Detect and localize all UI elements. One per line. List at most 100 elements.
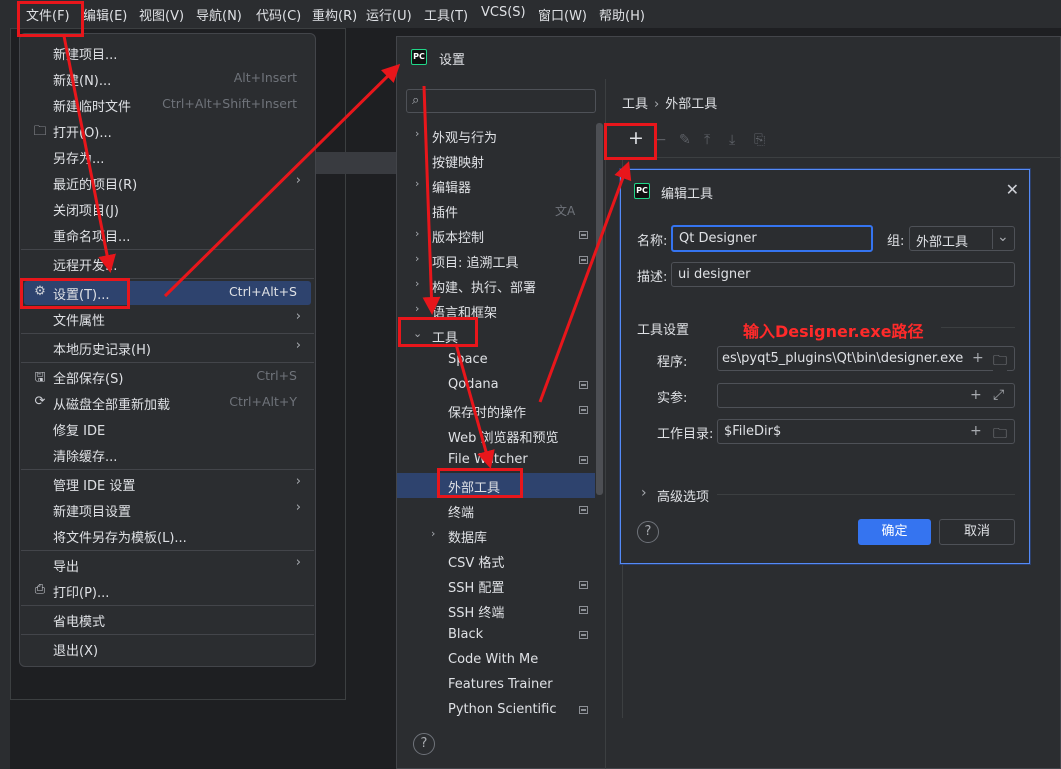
menu-file[interactable]: 文件(F) xyxy=(26,5,70,24)
tree-scrollbar[interactable] xyxy=(596,123,603,495)
settings-tree: › 外观与行为 按键映射 › 编辑器 插件 文A › 版本控制 › 项目: 追溯工具 › 构… xyxy=(397,123,605,719)
advanced-options-label[interactable]: 高级选项 xyxy=(657,486,709,505)
tree-item-file-watcher[interactable]: File Watcher xyxy=(397,448,605,473)
tree-item-space[interactable]: Space xyxy=(397,348,605,373)
breadcrumb: 工具 › 外部工具 xyxy=(622,93,717,112)
folder-icon: 🗀 xyxy=(33,124,47,139)
cancel-button[interactable]: 取消 xyxy=(939,519,1015,545)
menu-item-remote-dev[interactable]: 远程开发... xyxy=(20,252,315,276)
project-level-icon xyxy=(579,456,588,464)
tree-item-tools[interactable]: ⌄ 工具 xyxy=(397,323,605,348)
move-up-icon[interactable]: ⤒ xyxy=(704,132,710,148)
arguments-field[interactable]: + ⤢ xyxy=(717,383,1015,408)
plus-icon[interactable]: + xyxy=(970,423,982,439)
folder-icon[interactable]: 🗀 xyxy=(993,350,1007,374)
menu-item-new-project[interactable]: 新建项目... xyxy=(20,41,315,65)
move-down-icon[interactable]: ⤓ xyxy=(729,132,735,148)
menu-item-save-as-template[interactable]: 将文件另存为模板(L)... xyxy=(20,524,315,548)
plus-icon[interactable]: + xyxy=(970,350,984,366)
tree-item-ssh-config[interactable]: SSH 配置 xyxy=(397,573,605,598)
group-label: 组: xyxy=(887,234,905,249)
splitter[interactable] xyxy=(605,79,606,769)
folder-icon[interactable]: 🗀 xyxy=(993,423,1007,447)
program-field[interactable]: es\pyqt5_plugins\Qt\bin\designer.exe + 🗀 xyxy=(717,346,1015,374)
menu-edit[interactable]: 编辑(E) xyxy=(83,5,127,24)
menu-bar: 文件(F) 编辑(E) 视图(V) 导航(N) 代码(C) 重构(R) 运行(U… xyxy=(0,0,1061,28)
tree-item-editor[interactable]: › 编辑器 xyxy=(397,173,605,198)
tree-item-plugins[interactable]: 插件 文A xyxy=(397,198,605,223)
menu-item-local-history[interactable]: 本地历史记录(H) › xyxy=(20,336,315,360)
tree-item-project[interactable]: › 项目: 追溯工具 xyxy=(397,248,605,273)
menu-view[interactable]: 视图(V) xyxy=(139,5,184,24)
menu-refactor[interactable]: 重构(R) xyxy=(312,5,357,24)
description-field[interactable]: ui designer xyxy=(671,262,1015,287)
menu-run[interactable]: 运行(U) xyxy=(366,5,412,24)
breadcrumb-tools[interactable]: 工具 xyxy=(622,97,648,112)
chevron-right-icon[interactable]: › xyxy=(641,485,647,501)
breadcrumb-chevron-icon: › xyxy=(654,97,660,112)
menu-separator xyxy=(21,278,314,279)
ok-button[interactable]: 确定 xyxy=(858,519,931,545)
menu-item-save-as[interactable]: 另存为... xyxy=(20,145,315,169)
menu-item-power-save[interactable]: 省电模式 xyxy=(20,608,315,632)
tree-item-features-trainer[interactable]: Features Trainer xyxy=(397,673,605,698)
edit-icon[interactable]: ✎ xyxy=(679,132,691,148)
name-label: 名称: xyxy=(637,234,668,249)
menu-code[interactable]: 代码(C) xyxy=(256,5,301,24)
menu-item-repair-ide[interactable]: 修复 IDE xyxy=(20,417,315,441)
menu-item-exit[interactable]: 退出(X) xyxy=(20,637,315,661)
tree-item-keymap[interactable]: 按键映射 xyxy=(397,148,605,173)
tree-item-python-scientific[interactable]: Python Scientific xyxy=(397,698,605,723)
menu-separator xyxy=(21,634,314,635)
menu-item-new-scratch[interactable]: 新建临时文件 Ctrl+Alt+Shift+Insert xyxy=(20,93,315,117)
remove-icon[interactable]: − xyxy=(655,132,667,148)
name-field[interactable]: Qt Designer xyxy=(671,225,873,252)
add-icon[interactable]: + xyxy=(628,127,644,149)
tree-item-terminal[interactable]: 终端 xyxy=(397,498,605,523)
expand-icon[interactable]: ⤢ xyxy=(993,387,1004,403)
close-icon[interactable]: ✕ xyxy=(1006,180,1019,199)
menu-item-save-all[interactable]: 🖫 全部保存(S) Ctrl+S xyxy=(20,365,315,389)
menu-tools[interactable]: 工具(T) xyxy=(424,5,468,24)
tree-item-ssh-terminal[interactable]: SSH 终端 xyxy=(397,598,605,623)
tree-item-actions-on-save[interactable]: 保存时的操作 xyxy=(397,398,605,423)
menu-item-settings[interactable]: ⚙ 设置(T)... Ctrl+Alt+S xyxy=(24,281,311,305)
menu-item-invalidate-caches[interactable]: 清除缓存... xyxy=(20,443,315,467)
menu-item-manage-ide-settings[interactable]: 管理 IDE 设置 › xyxy=(20,472,315,496)
chevron-down-icon: ⌄ xyxy=(992,229,1009,249)
tree-item-build[interactable]: › 构建、执行、部署 xyxy=(397,273,605,298)
tree-item-black[interactable]: Black xyxy=(397,623,605,648)
tree-item-database[interactable]: › 数据库 xyxy=(397,523,605,548)
menu-item-recent-projects[interactable]: 最近的项目(R) › xyxy=(20,171,315,195)
tree-item-qodana[interactable]: Qodana xyxy=(397,373,605,398)
tree-item-code-with-me[interactable]: Code With Me xyxy=(397,648,605,673)
menu-item-reload-all[interactable]: ⟳ 从磁盘全部重新加载 Ctrl+Alt+Y xyxy=(20,391,315,415)
menu-navigate[interactable]: 导航(N) xyxy=(196,5,242,24)
settings-search-input[interactable]: ⌕ xyxy=(406,89,596,113)
menu-item-export[interactable]: 导出 › xyxy=(20,553,315,577)
working-dir-field[interactable]: $FileDir$ + 🗀 xyxy=(717,419,1015,444)
menu-item-print[interactable]: ⎙ 打印(P)... xyxy=(20,579,315,603)
menu-item-close-project[interactable]: 关闭项目(J) xyxy=(20,197,315,221)
menu-item-open[interactable]: 🗀 打开(O)... xyxy=(20,119,315,143)
menu-window[interactable]: 窗口(W) xyxy=(538,5,587,24)
chevron-right-icon: › xyxy=(415,227,420,240)
menu-item-rename-project[interactable]: 重命名项目... xyxy=(20,223,315,247)
help-icon[interactable]: ? xyxy=(413,733,435,755)
tree-item-appearance[interactable]: › 外观与行为 xyxy=(397,123,605,148)
menu-help[interactable]: 帮助(H) xyxy=(599,5,645,24)
project-level-icon xyxy=(579,606,588,614)
tree-item-external-tools[interactable]: 外部工具 xyxy=(397,473,595,498)
help-icon[interactable]: ? xyxy=(637,521,659,543)
group-select[interactable]: 外部工具 ⌄ xyxy=(909,226,1015,251)
menu-item-new-project-settings[interactable]: 新建项目设置 › xyxy=(20,498,315,522)
menu-vcs[interactable]: VCS(S) xyxy=(481,5,526,20)
tree-item-web-browsers[interactable]: Web 浏览器和预览 xyxy=(397,423,605,448)
menu-item-new[interactable]: 新建(N)... Alt+Insert xyxy=(20,67,315,91)
tree-item-vcs[interactable]: › 版本控制 xyxy=(397,223,605,248)
copy-icon[interactable]: ⎘ xyxy=(754,132,765,148)
plus-icon[interactable]: + xyxy=(970,387,982,403)
tree-item-csv[interactable]: CSV 格式 xyxy=(397,548,605,573)
tree-item-languages[interactable]: › 语言和框架 xyxy=(397,298,605,323)
menu-item-file-properties[interactable]: 文件属性 › xyxy=(20,307,315,331)
